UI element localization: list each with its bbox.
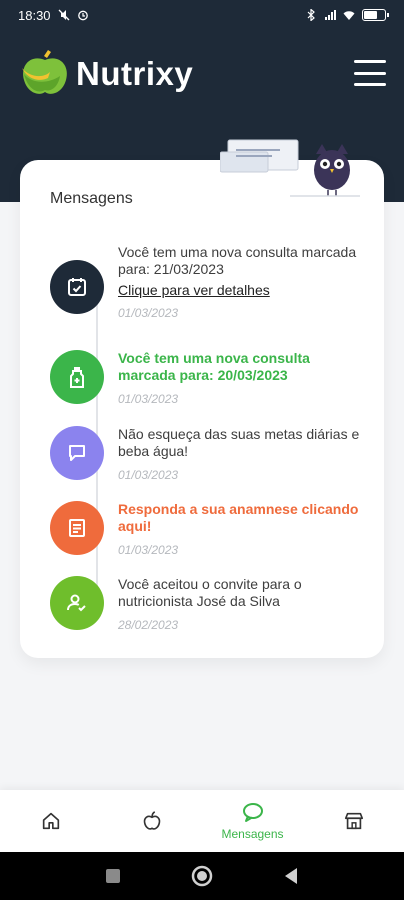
home-button[interactable] — [191, 865, 213, 887]
alarm-icon — [77, 10, 88, 21]
signal-icon — [325, 10, 336, 20]
menu-line-icon — [354, 60, 386, 63]
app-name: Nutrixy — [76, 55, 194, 92]
message-date: 01/03/2023 — [118, 468, 179, 482]
menu-line-icon — [354, 71, 386, 75]
messages-card: Mensagens Você tem uma nova consulta mar… — [20, 160, 384, 658]
bottom-navigation: Mensagens — [0, 790, 404, 852]
message-date: 01/03/2023 — [118, 543, 179, 557]
store-icon — [344, 812, 363, 830]
menu-line-icon — [354, 83, 386, 86]
message-item[interactable]: Responda a sua anamnese clicando aqui! 0… — [50, 501, 360, 561]
apple-icon — [143, 811, 160, 830]
message-text: Responda a sua anamnese clicando aqui! — [118, 501, 359, 534]
message-date: 01/03/2023 — [118, 306, 179, 320]
user-check-icon — [50, 576, 104, 630]
message-text: Você aceitou o convite para o nutricioni… — [118, 576, 302, 609]
message-item[interactable]: Você tem uma nova consulta marcada para:… — [50, 244, 360, 328]
nav-messages[interactable]: Mensagens — [202, 790, 303, 852]
apple-logo-icon — [22, 50, 67, 94]
status-time: 18:30 — [18, 7, 51, 23]
recent-apps-button[interactable] — [105, 868, 121, 884]
chat-icon — [242, 803, 263, 822]
nav-messages-label: Mensagens — [221, 827, 284, 841]
document-icon — [50, 501, 104, 555]
battery-icon — [362, 9, 389, 21]
nav-home[interactable] — [0, 790, 101, 852]
calendar-check-icon — [50, 260, 104, 314]
hamburger-menu-button[interactable] — [354, 60, 386, 86]
system-navigation-bar — [0, 852, 404, 900]
owl-illustration — [220, 139, 360, 197]
message-date: 01/03/2023 — [118, 392, 179, 406]
medicine-bottle-icon — [50, 350, 104, 404]
message-item[interactable]: Você tem uma nova consulta marcada para:… — [50, 350, 360, 410]
chat-bubble-icon — [50, 426, 104, 480]
status-bar: 18:30 — [0, 0, 404, 30]
message-date: 28/02/2023 — [118, 618, 179, 632]
message-item[interactable]: Você aceitou o convite para o nutricioni… — [50, 576, 360, 636]
circle-icon — [191, 865, 213, 887]
triangle-back-icon — [285, 868, 297, 884]
message-item[interactable]: Não esqueça das suas metas diárias e beb… — [50, 426, 360, 486]
view-details-link[interactable]: Clique para ver detalhes — [118, 282, 368, 298]
bluetooth-icon — [307, 9, 315, 21]
home-icon — [42, 812, 59, 830]
wifi-icon — [343, 11, 355, 20]
message-text: Não esqueça das suas metas diárias e beb… — [118, 426, 360, 459]
mute-icon — [58, 9, 70, 21]
app-logo: Nutrixy — [20, 50, 193, 98]
message-text: Você tem uma nova consulta marcada para:… — [118, 350, 310, 383]
back-button[interactable] — [283, 867, 299, 885]
nav-nutrition[interactable] — [101, 790, 202, 852]
square-icon — [106, 869, 120, 883]
nav-store[interactable] — [303, 790, 404, 852]
card-title: Mensagens — [50, 190, 133, 207]
message-text: Você tem uma nova consulta marcada para:… — [118, 244, 357, 277]
